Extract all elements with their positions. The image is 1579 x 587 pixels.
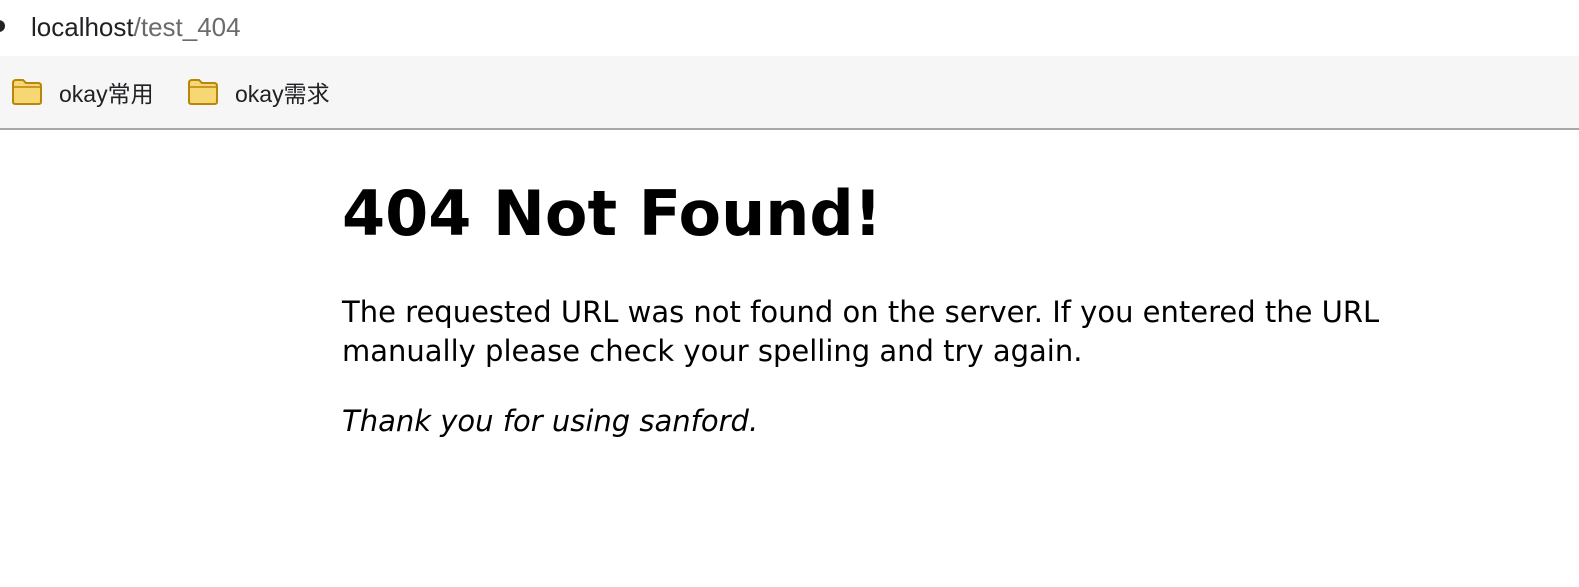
url-host: localhost [31,12,134,42]
folder-icon [188,79,218,105]
error-message: The requested URL was not found on the s… [342,295,1380,368]
bookmarks-bar: okay常用 okay需求 [0,56,1579,130]
bookmark-folder-okay-xuqiu[interactable]: okay需求 [187,76,330,108]
info-icon[interactable] [0,20,5,32]
thanks-message: Thank you for using sanford. [342,404,759,438]
bookmark-label: okay需求 [235,81,330,107]
folder-icon [12,79,42,105]
bookmark-label: okay常用 [59,81,154,107]
bookmark-folder-okay-changyong[interactable]: okay常用 [11,76,154,108]
address-bar[interactable]: localhost/test_404 [0,0,1579,56]
url-field[interactable]: localhost/test_404 [31,11,241,43]
page-title: 404 Not Found! [342,177,883,250]
url-path: /test_404 [133,12,241,42]
page-content: 404 Not Found! The requested URL was not… [0,130,1579,587]
